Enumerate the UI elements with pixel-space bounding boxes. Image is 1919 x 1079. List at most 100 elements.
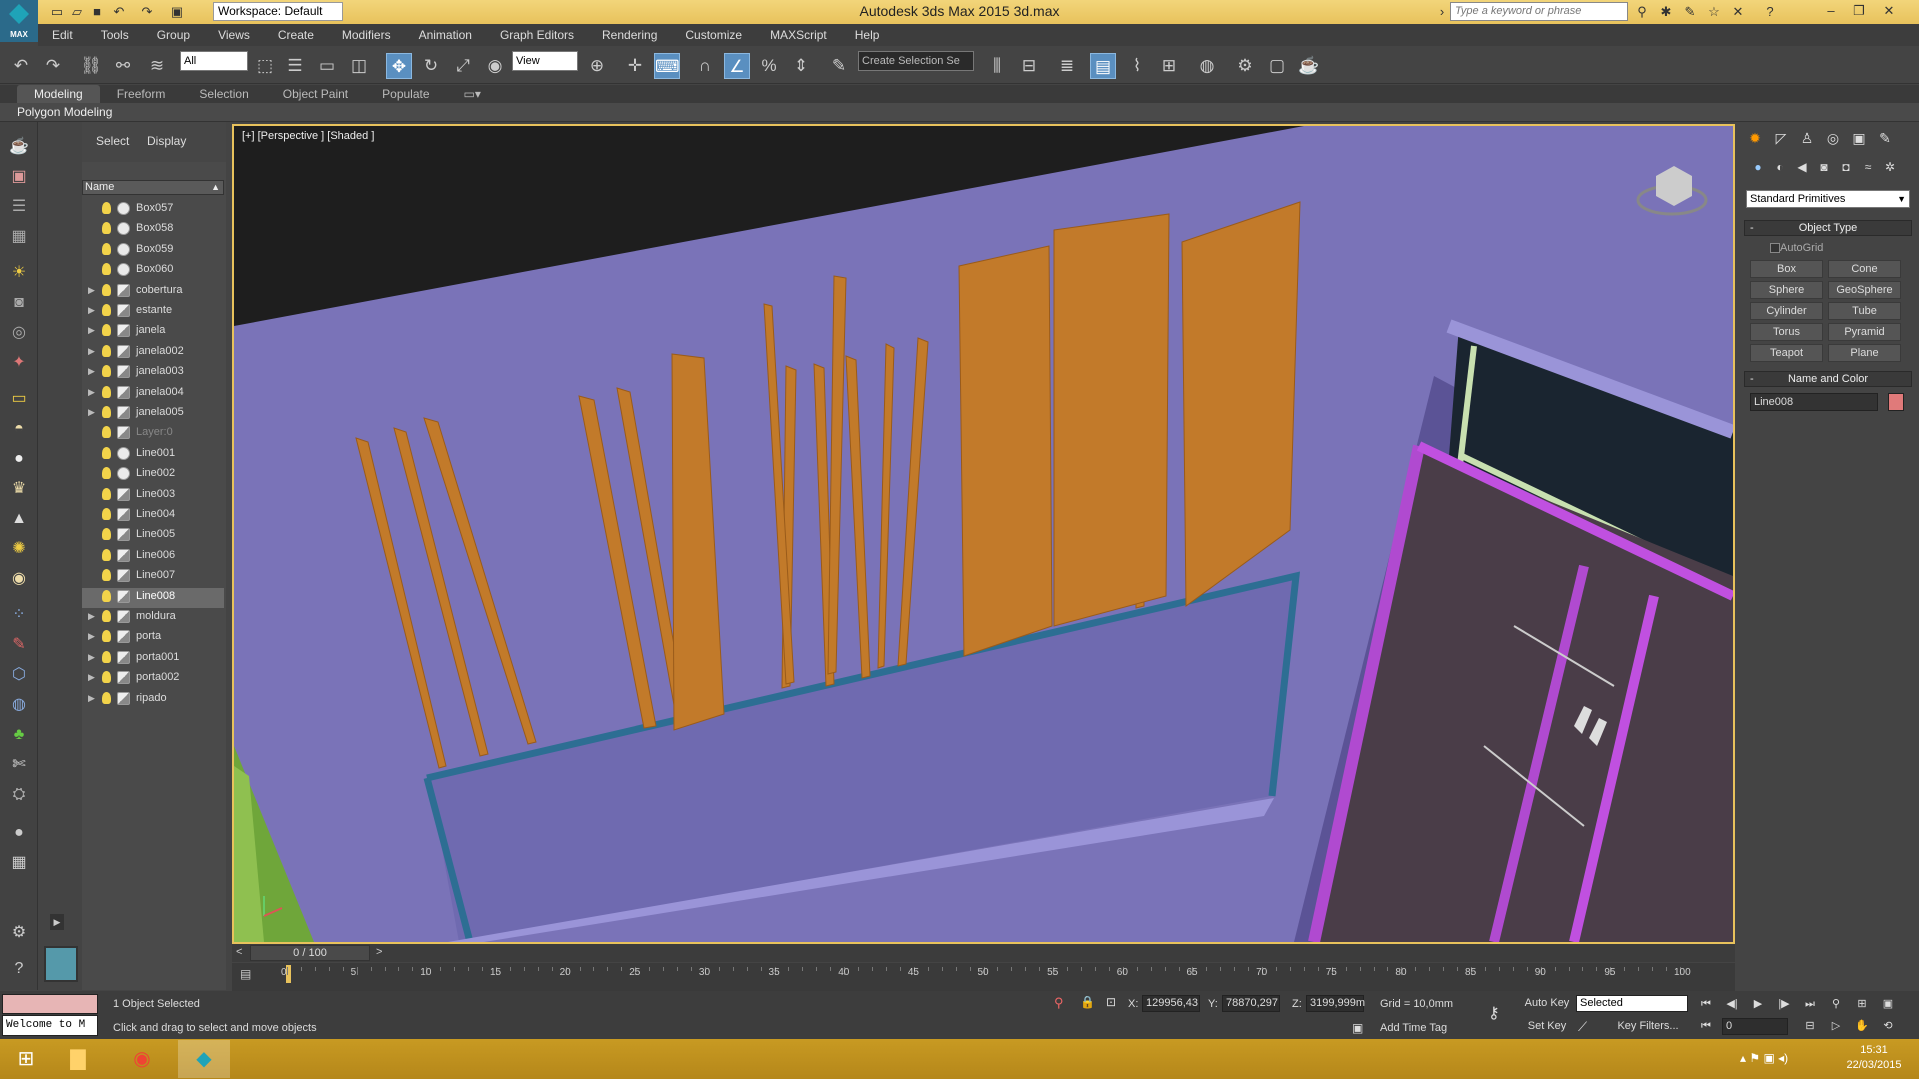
- bind-spacewarp-icon[interactable]: ≋: [144, 53, 170, 79]
- cone-button[interactable]: Cone: [1828, 260, 1901, 278]
- exchange-icon[interactable]: ✕: [1728, 3, 1748, 21]
- cameras-icon[interactable]: ◙: [1814, 160, 1834, 178]
- light-icon[interactable]: ☀: [7, 262, 31, 284]
- z-coordinate-field[interactable]: 3199,999m: [1306, 995, 1365, 1012]
- project-folder-icon[interactable]: ▣: [168, 3, 186, 21]
- lightbulb-icon[interactable]: [102, 467, 111, 480]
- render-production-icon[interactable]: ☕: [1296, 53, 1322, 79]
- systems-icon[interactable]: ✲: [1880, 160, 1900, 178]
- window-crossing-icon[interactable]: ◫: [346, 53, 372, 79]
- display-tab-icon[interactable]: ▣: [1848, 128, 1870, 148]
- current-frame-field[interactable]: 0: [1722, 1018, 1788, 1035]
- redo-icon[interactable]: ↷: [138, 3, 156, 21]
- menu-modifiers[interactable]: Modifiers: [328, 28, 405, 42]
- pyramid-button[interactable]: Pyramid: [1828, 323, 1901, 341]
- shape-icon[interactable]: ◓: [7, 418, 31, 440]
- lightbulb-icon[interactable]: [102, 671, 111, 684]
- layer-icon[interactable]: ▭: [7, 388, 31, 410]
- expand-arrow-icon[interactable]: ▶: [88, 611, 95, 622]
- save-icon[interactable]: ■: [88, 3, 106, 21]
- create-tab-icon[interactable]: ✹: [1744, 128, 1766, 148]
- helper-icon[interactable]: ◎: [7, 322, 31, 344]
- go-to-end-icon[interactable]: ⏭: [1800, 996, 1820, 1013]
- select-object-icon[interactable]: ⬚: [252, 53, 278, 79]
- angle-snap-icon[interactable]: ∠: [724, 53, 750, 79]
- rendered-frame-icon[interactable]: ▢: [1264, 53, 1290, 79]
- explorer-row[interactable]: Line006: [82, 547, 224, 567]
- sun-icon[interactable]: ✺: [7, 538, 31, 560]
- snaps-toggle-icon[interactable]: ∩: [692, 53, 718, 79]
- x-coordinate-field[interactable]: 129956,43: [1142, 995, 1200, 1012]
- explorer-row[interactable]: Line007: [82, 567, 224, 587]
- grid-icon[interactable]: ▦: [7, 226, 31, 248]
- render-setup-icon[interactable]: ⚙: [1232, 53, 1258, 79]
- close-button[interactable]: ✕: [1876, 0, 1902, 22]
- menu-views[interactable]: Views: [204, 28, 264, 42]
- rectangular-selection-icon[interactable]: ▭: [314, 53, 340, 79]
- file-explorer-icon[interactable]: ▇: [52, 1040, 104, 1078]
- expand-arrow-icon[interactable]: ▶: [88, 407, 95, 418]
- percent-snap-icon[interactable]: %: [756, 53, 782, 79]
- scale-tool-icon[interactable]: ⤢: [450, 53, 476, 79]
- search-arrow-icon[interactable]: ›: [1432, 3, 1452, 21]
- notification-icons[interactable]: ▴ ⚑ ▣ ◂): [1740, 1051, 1788, 1065]
- expand-arrow-icon[interactable]: ▶: [88, 305, 95, 316]
- zoom-extents-icon[interactable]: ▣: [1878, 996, 1898, 1013]
- explorer-row[interactable]: Line002: [82, 465, 224, 485]
- prev-frame-icon[interactable]: <: [236, 946, 242, 958]
- lightbulb-icon[interactable]: [102, 569, 111, 582]
- lock-selection-icon[interactable]: 🔒: [1080, 995, 1095, 1009]
- rollout-name-and-color[interactable]: - Name and Color: [1744, 371, 1912, 387]
- spinner-snap-icon[interactable]: ⇕: [788, 53, 814, 79]
- tab-modeling[interactable]: Modeling: [17, 85, 100, 103]
- lightbulb-icon[interactable]: [102, 283, 111, 296]
- lightbulb-icon[interactable]: [102, 304, 111, 316]
- expand-arrow-icon[interactable]: ▶: [88, 652, 95, 663]
- viewport-thumbnail[interactable]: [44, 946, 78, 982]
- object-color-swatch[interactable]: [1888, 393, 1904, 411]
- edit-named-selection-icon[interactable]: ✎: [826, 53, 852, 79]
- play-icon[interactable]: ▶: [1748, 996, 1768, 1013]
- menu-edit[interactable]: Edit: [38, 28, 87, 42]
- keyboard-shortcut-toggle-icon[interactable]: ⌨: [654, 53, 680, 79]
- box-button[interactable]: Box: [1750, 260, 1823, 278]
- explorer-row[interactable]: ▶ janela002: [82, 343, 224, 363]
- explorer-row[interactable]: ▶ porta001: [82, 649, 224, 669]
- teapot-icon[interactable]: ☕: [7, 136, 31, 158]
- expand-arrow-icon[interactable]: ▶: [88, 285, 95, 296]
- lightbulb-icon[interactable]: [102, 242, 111, 255]
- material-editor-icon[interactable]: ◍: [1194, 53, 1220, 79]
- expand-arrow-icon[interactable]: ▶: [50, 914, 64, 930]
- particle-icon[interactable]: ⁘: [7, 604, 31, 626]
- lightbulb-icon[interactable]: [102, 528, 111, 541]
- new-file-icon[interactable]: ▭: [48, 3, 66, 21]
- orbit-icon[interactable]: ⟲: [1878, 1018, 1898, 1035]
- explorer-row[interactable]: ▶ janela004: [82, 384, 224, 404]
- menu-animation[interactable]: Animation: [405, 28, 486, 42]
- torus-button[interactable]: Torus: [1750, 323, 1823, 341]
- globe-icon[interactable]: ◍: [7, 694, 31, 716]
- next-key-icon[interactable]: |▶: [1774, 996, 1794, 1013]
- table-icon[interactable]: ▦: [7, 852, 31, 874]
- helpers-icon[interactable]: ◘: [1836, 160, 1856, 178]
- key-icon[interactable]: ⚷: [1488, 1003, 1500, 1023]
- help-icon[interactable]: ?: [1760, 3, 1780, 21]
- subscription-icon[interactable]: ✱: [1656, 3, 1676, 21]
- compound-icon[interactable]: ⬡: [7, 664, 31, 686]
- menu-graph-editors[interactable]: Graph Editors: [486, 28, 588, 42]
- sphere-icon[interactable]: ●: [7, 448, 31, 470]
- workspace-dropdown[interactable]: Workspace: Default: [213, 2, 343, 21]
- explorer-row[interactable]: ▶ porta: [82, 628, 224, 648]
- ball-icon[interactable]: ●: [7, 822, 31, 844]
- foliage-icon[interactable]: ♣: [7, 724, 31, 746]
- link-icon[interactable]: ⛓: [78, 53, 104, 79]
- plane-button[interactable]: Plane: [1828, 344, 1901, 362]
- explorer-row[interactable]: Line004: [82, 506, 224, 526]
- tab-populate[interactable]: Populate: [365, 85, 446, 103]
- previous-key-icon[interactable]: ◀|: [1722, 996, 1742, 1013]
- explorer-tab-select[interactable]: Select: [96, 134, 129, 148]
- lightbulb-icon[interactable]: [102, 548, 111, 561]
- set-key-button[interactable]: Set Key: [1524, 1017, 1570, 1035]
- unlink-icon[interactable]: ⚯: [110, 53, 136, 79]
- lightbulb-icon[interactable]: [102, 344, 111, 357]
